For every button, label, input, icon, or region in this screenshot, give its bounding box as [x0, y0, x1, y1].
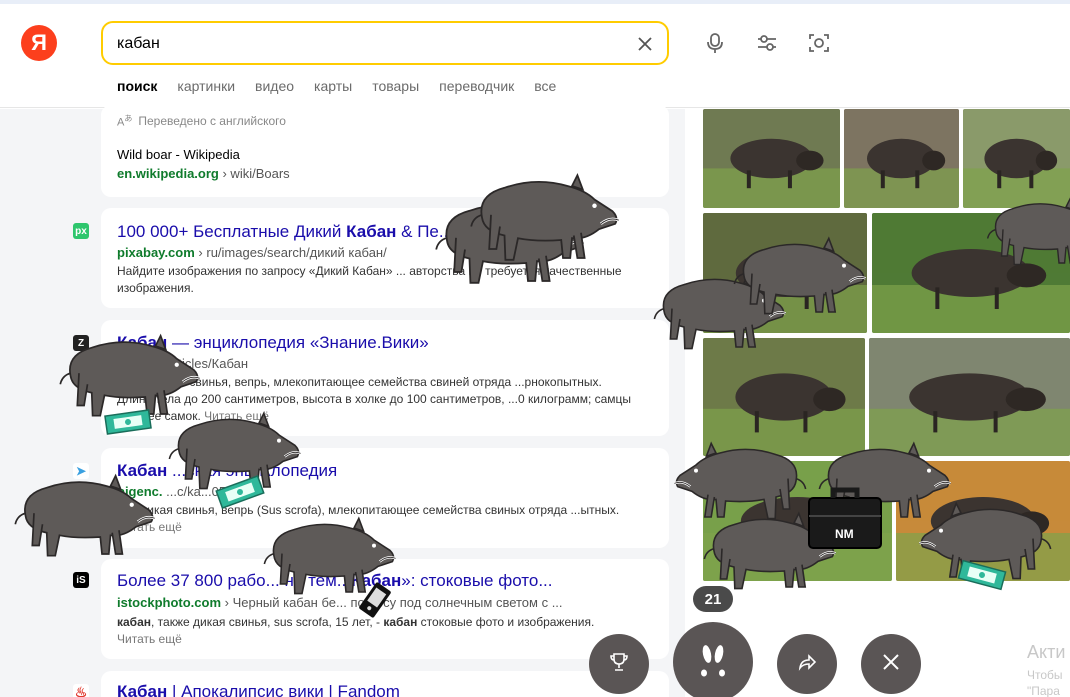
header: Я поиск картинки видео карты товары пере…	[0, 4, 1070, 108]
image-thumbnail[interactable]	[703, 213, 867, 333]
result-card-znanie: Кабан — энциклопедия «Знание.Вики» ...ia…	[101, 320, 669, 436]
tab-search[interactable]: поиск	[117, 78, 157, 94]
pixabay-favicon: px	[73, 223, 89, 239]
image-thumbnail[interactable]	[872, 213, 1070, 333]
search-tabs: поиск картинки видео карты товары перево…	[117, 78, 576, 94]
tab-all[interactable]: все	[534, 78, 556, 94]
read-more-link[interactable]: Читать ещё	[117, 520, 182, 534]
znanie-favicon: Z	[73, 335, 89, 351]
result-url[interactable]: ...ia.ru › articles/Кабан	[117, 356, 248, 371]
image-thumbnail[interactable]	[896, 461, 1070, 581]
read-more-link[interactable]: Читать ещё	[204, 409, 269, 423]
clear-icon[interactable]	[633, 32, 657, 56]
image-thumbnail[interactable]	[869, 338, 1070, 456]
result-title[interactable]: Более 37 800 рабо... на тем...Кабан»: ст…	[117, 571, 553, 591]
result-title[interactable]: 100 000+ Бесплатные Дикий Кабан & Пе...и…	[117, 222, 472, 242]
result-snippet: ...ное, дикая свинья, вепрь, млекопитающ…	[117, 375, 632, 423]
result-url[interactable]: istockphoto.com › Черный кабан бе... по …	[117, 595, 563, 610]
search-box	[101, 21, 669, 65]
tab-products[interactable]: товары	[372, 78, 419, 94]
read-more-link[interactable]: Читать ещё	[117, 632, 182, 646]
close-icon	[882, 653, 900, 676]
result-title[interactable]: Кабан | Апокалипсис вики | Fandom	[117, 682, 400, 697]
tab-maps[interactable]: карты	[314, 78, 352, 94]
result-snippet: ...н, дикая свинья, вепрь (Sus scrofa), …	[117, 503, 620, 534]
translated-note: Переведено с английского	[138, 113, 286, 128]
result-title[interactable]: Wild boar - Wikipedia	[117, 147, 240, 162]
camera-icon[interactable]	[805, 29, 833, 57]
istock-favicon: iS	[73, 572, 89, 588]
tab-video[interactable]: видео	[255, 78, 294, 94]
yandex-logo[interactable]: Я	[21, 25, 57, 61]
image-thumbnail[interactable]	[844, 109, 959, 208]
result-title[interactable]: Кабан — энциклопедия «Знание.Вики»	[117, 333, 429, 353]
trophy-button[interactable]	[589, 634, 649, 694]
trophy-icon	[609, 652, 629, 677]
result-snippet: кабан, также дикая свинья, sus scrofa, 1…	[117, 615, 595, 646]
activation-watermark: Акти	[1027, 642, 1066, 662]
fandom-favicon: ♨	[73, 684, 89, 697]
tab-images[interactable]: картинки	[177, 78, 235, 94]
activation-watermark-line2: Чтобы	[1027, 668, 1063, 682]
result-card-pixabay: 100 000+ Бесплатные Дикий Кабан & Пе...и…	[101, 208, 669, 308]
translate-icon: Aあ	[117, 114, 133, 129]
result-url[interactable]: en.wikipedia.org › wiki/Boars	[117, 166, 290, 181]
page: Я поиск картинки видео карты товары пере…	[0, 0, 1070, 697]
results-column: Aあ Переведено с английского Wild boar - …	[0, 105, 685, 697]
image-thumbnail[interactable]	[963, 109, 1070, 208]
share-button[interactable]	[777, 634, 837, 694]
image-thumbnail[interactable]	[703, 338, 865, 456]
result-url[interactable]: bigenc. ...c/ka...0585	[117, 484, 241, 499]
paw-icon	[693, 640, 733, 685]
image-thumbnail[interactable]	[703, 461, 892, 581]
image-thumbnail[interactable]	[703, 109, 840, 208]
filters-icon[interactable]	[753, 29, 781, 57]
search-input[interactable]	[117, 33, 617, 55]
microphone-icon[interactable]	[701, 29, 729, 57]
result-card-istock: Более 37 800 рабо... на тем...Кабан»: ст…	[101, 559, 669, 659]
result-card-wikipedia: Aあ Переведено с английского Wild boar - …	[101, 105, 669, 197]
paw-button[interactable]	[673, 622, 753, 697]
score-counter: 21	[693, 586, 733, 612]
activation-watermark-line3: "Пара	[1027, 684, 1060, 697]
result-title[interactable]: Кабан ...ская энциклопедия	[117, 461, 337, 481]
result-card-bigenc: Кабан ...ская энциклопедия bigenc. ...c/…	[101, 448, 669, 548]
result-snippet: Найдите изображения по запросу «Дикий Ка…	[117, 264, 622, 295]
share-icon	[797, 652, 817, 677]
result-card-fandom: Кабан | Апокалипсис вики | Fandom	[101, 671, 669, 697]
bigenc-favicon: ➤	[73, 463, 89, 479]
tab-translator[interactable]: переводчик	[439, 78, 514, 94]
result-url[interactable]: pixabay.com › ru/images/search/дикий каб…	[117, 245, 387, 260]
close-button[interactable]	[861, 634, 921, 694]
